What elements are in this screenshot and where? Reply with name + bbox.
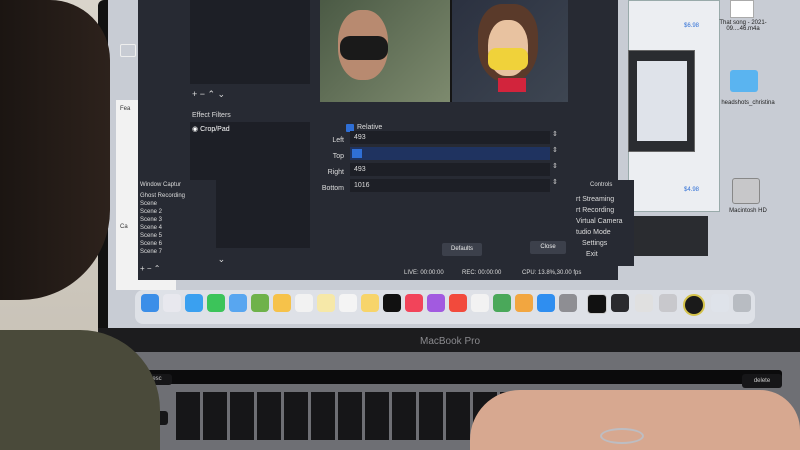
scene-item[interactable]: Scene 3 — [140, 216, 216, 224]
obs-status-live: LIVE: 00:00:00 — [404, 270, 444, 276]
scene-item[interactable]: Scene 2 — [140, 208, 216, 216]
desktop-file-label: That song - 2021-09....46.m4a — [719, 20, 767, 32]
left-input[interactable]: 493 — [350, 131, 550, 144]
podcasts-icon[interactable] — [427, 294, 445, 312]
relative-label: Relative — [357, 124, 383, 131]
reminders-icon[interactable] — [339, 294, 357, 312]
exit-button[interactable]: Exit — [576, 249, 634, 260]
camera-preview — [320, 0, 568, 102]
sources-header: Window Captur — [140, 182, 182, 188]
music-icon[interactable] — [405, 294, 423, 312]
desktop-file-label: Macintosh HD — [729, 208, 767, 214]
left-label: Left — [332, 137, 344, 144]
scene-item[interactable]: Scene 7 — [140, 248, 216, 256]
notes-icon[interactable] — [361, 294, 379, 312]
start-streaming-button[interactable]: rt Streaming — [576, 194, 634, 205]
top-input[interactable] — [350, 147, 550, 160]
obs-icon[interactable] — [587, 294, 607, 314]
maps-icon[interactable] — [251, 294, 269, 312]
person-head-foreground — [0, 0, 110, 300]
preview-icon[interactable] — [635, 294, 653, 312]
person-video-feed — [320, 0, 450, 102]
calendar-icon[interactable] — [295, 294, 313, 312]
filter-item-crop-pad[interactable]: ◉ Crop/Pad — [192, 125, 230, 133]
scene-item[interactable]: Scene 5 — [140, 232, 216, 240]
obs-status-rec: REC: 00:00:00 — [462, 270, 502, 276]
scene-item[interactable]: Scene 6 — [140, 240, 216, 248]
finder-icon[interactable] — [141, 294, 159, 312]
delete-key[interactable]: delete — [742, 374, 782, 388]
downloads-folder-icon[interactable] — [711, 294, 729, 312]
scene-item[interactable]: Scene 4 — [140, 224, 216, 232]
bottom-input[interactable]: 1016 — [350, 179, 550, 192]
messages-icon[interactable] — [207, 294, 225, 312]
safari-icon[interactable] — [185, 294, 203, 312]
top-filter-list — [190, 0, 310, 84]
top-label: Top — [332, 153, 344, 160]
facetime-preview — [628, 216, 708, 256]
right-label: Right — [327, 169, 344, 176]
controls-title: Controls — [590, 182, 613, 188]
scene-toolbar[interactable]: + − ⌃ — [140, 264, 161, 273]
photos-icon[interactable] — [273, 294, 291, 312]
keynote-icon[interactable] — [493, 294, 511, 312]
contacts-icon[interactable] — [317, 294, 335, 312]
preview-thumbnails — [637, 61, 687, 141]
move-down-button[interactable]: ⌄ — [218, 254, 226, 264]
studio-mode-button[interactable]: tudio Mode — [576, 227, 634, 238]
screenshot-icon[interactable] — [611, 294, 629, 312]
defaults-button[interactable]: Defaults — [442, 243, 482, 256]
panel-fragment-text: Ca — [120, 224, 128, 230]
close-button[interactable]: Close — [530, 241, 566, 254]
avatar-scarf — [498, 78, 526, 92]
scene-item[interactable]: Scene — [140, 200, 216, 208]
hard-drive-icon — [732, 178, 760, 204]
avatar-video-feed — [452, 0, 568, 102]
touch-bar[interactable] — [142, 370, 782, 384]
scenes-panel: Window Captur Ghost Recording Scene Scen… — [138, 180, 216, 278]
controls-panel: Controls rt Streaming rt Recording Virtu… — [576, 180, 634, 266]
top-input-selection — [352, 149, 362, 158]
pages-icon[interactable] — [515, 294, 533, 312]
filter-item-label: Crop/Pad — [200, 126, 230, 133]
panel-fragment-text: Fea — [120, 106, 131, 112]
mail-icon[interactable] — [229, 294, 247, 312]
numbers-icon[interactable] — [471, 294, 489, 312]
price-tag: $4.98 — [684, 187, 700, 193]
launchpad-icon[interactable] — [163, 294, 181, 312]
effect-filters-title: Effect Filters — [192, 112, 231, 119]
folder-icon — [730, 70, 758, 92]
system-preferences-icon[interactable] — [559, 294, 577, 312]
app-store-icon[interactable] — [537, 294, 555, 312]
desktop-file-label: headshots_christina — [721, 100, 775, 106]
utility-icon[interactable] — [659, 294, 677, 312]
right-input[interactable]: 493 — [350, 163, 550, 176]
price-tag: $6.98 — [684, 23, 700, 29]
settings-button[interactable]: Settings — [576, 238, 634, 249]
macbook-pro-label: MacBook Pro — [419, 336, 481, 347]
laptop-screen: $6.98 $4.98 That song - 2021-09....46.m4… — [108, 0, 800, 330]
finder-preview-window — [628, 50, 695, 152]
macos-dock — [135, 290, 755, 324]
bottom-label: Bottom — [321, 185, 344, 192]
spin-arrows[interactable]: ⇕ ⇕ ⇕ ⇕ — [552, 131, 558, 187]
obs-status-cpu: CPU: 13.8%,30.00 fps — [522, 270, 582, 276]
face-mask — [340, 36, 388, 60]
apple-tv-icon[interactable] — [383, 294, 401, 312]
ring — [600, 428, 644, 444]
app-icon[interactable] — [683, 294, 705, 316]
scene-item[interactable]: Ghost Recording — [140, 192, 216, 200]
start-recording-button[interactable]: rt Recording — [576, 205, 634, 216]
news-icon[interactable] — [449, 294, 467, 312]
virtual-camera-button[interactable]: Virtual Camera — [576, 216, 634, 227]
audio-file-icon — [730, 0, 754, 18]
avatar-mask — [488, 48, 528, 70]
camera-icon[interactable] — [120, 44, 136, 57]
top-filter-toolbar: + − ⌃ ⌄ — [192, 89, 226, 99]
trash-icon[interactable] — [733, 294, 751, 312]
eye-icon[interactable]: ◉ — [192, 126, 198, 133]
